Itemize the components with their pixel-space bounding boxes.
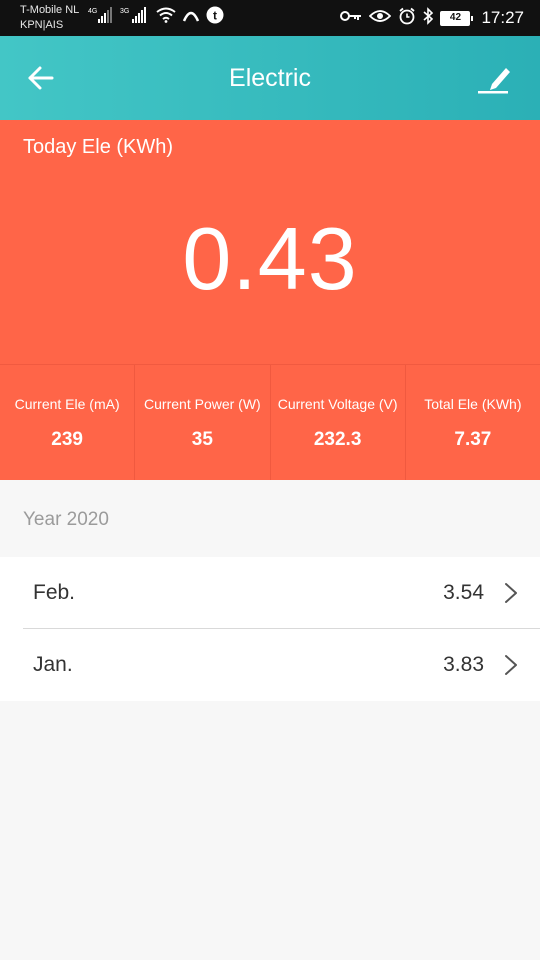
svg-text:3G: 3G (120, 8, 129, 15)
app-notification-icon: t (206, 6, 224, 29)
carrier-line-1: T-Mobile NL (20, 4, 80, 16)
chevron-right-icon (505, 655, 517, 675)
stat-label: Current Ele (mA) (14, 396, 120, 412)
status-left-icons: 4G 3G t (88, 6, 224, 29)
signal-icon-2: 3G (120, 6, 150, 29)
pencil-icon (478, 68, 510, 94)
year-label: Year 2020 (23, 509, 109, 530)
today-value: 0.43 (182, 209, 358, 308)
edit-button[interactable] (474, 60, 514, 96)
alarm-icon (398, 7, 416, 30)
stat-total-ele: Total Ele (KWh) 7.37 (406, 365, 540, 480)
stats-row: Current Ele (mA) 239 Current Power (W) 3… (0, 364, 540, 480)
stat-value: 7.37 (454, 429, 492, 450)
battery-icon: 42 (440, 10, 474, 26)
month-value: 3.54 (443, 581, 484, 604)
stat-current-power: Current Power (W) 35 (135, 365, 271, 480)
stat-label: Current Voltage (V) (277, 396, 398, 412)
status-bar: T-Mobile NL KPN|AIS 4G 3G t 42 17:27 (0, 0, 540, 36)
month-list: Feb. 3.54 Jan. 3.83 (0, 557, 540, 701)
today-panel: Today Ele (KWh) 0.43 (0, 120, 540, 364)
page-title: Electric (229, 64, 311, 92)
status-time: 17:27 (481, 8, 524, 27)
stat-current-voltage: Current Voltage (V) 232.3 (271, 365, 406, 480)
stat-label: Total Ele (KWh) (424, 396, 522, 412)
status-right-icons: 42 17:27 (340, 6, 524, 30)
month-name: Feb. (33, 581, 76, 604)
stat-current-ele: Current Ele (mA) 239 (0, 365, 136, 480)
svg-text:t: t (213, 8, 217, 22)
eye-icon (369, 9, 392, 28)
stat-value: 35 (191, 429, 213, 450)
svg-text:4G: 4G (88, 8, 97, 15)
stat-value: 232.3 (313, 429, 362, 450)
chevron-right-icon (505, 583, 517, 603)
carrier-info: T-Mobile NL KPN|AIS (20, 3, 79, 33)
stat-value: 239 (51, 429, 83, 450)
stat-label: Current Power (W) (144, 396, 261, 412)
app-bar: Electric (0, 36, 540, 120)
hotspot-icon (182, 7, 200, 28)
month-row-jan[interactable]: Jan. 3.83 (0, 629, 540, 701)
wifi-icon (156, 7, 176, 28)
bluetooth-icon (423, 6, 434, 30)
month-row-feb[interactable]: Feb. 3.54 (0, 557, 540, 629)
carrier-line-2: KPN|AIS (20, 19, 64, 31)
signal-icon-1: 4G (88, 6, 114, 29)
key-icon (340, 9, 362, 27)
month-value: 3.83 (443, 653, 484, 676)
month-name: Jan. (33, 653, 73, 676)
today-label: Today Ele (KWh) (23, 136, 174, 158)
